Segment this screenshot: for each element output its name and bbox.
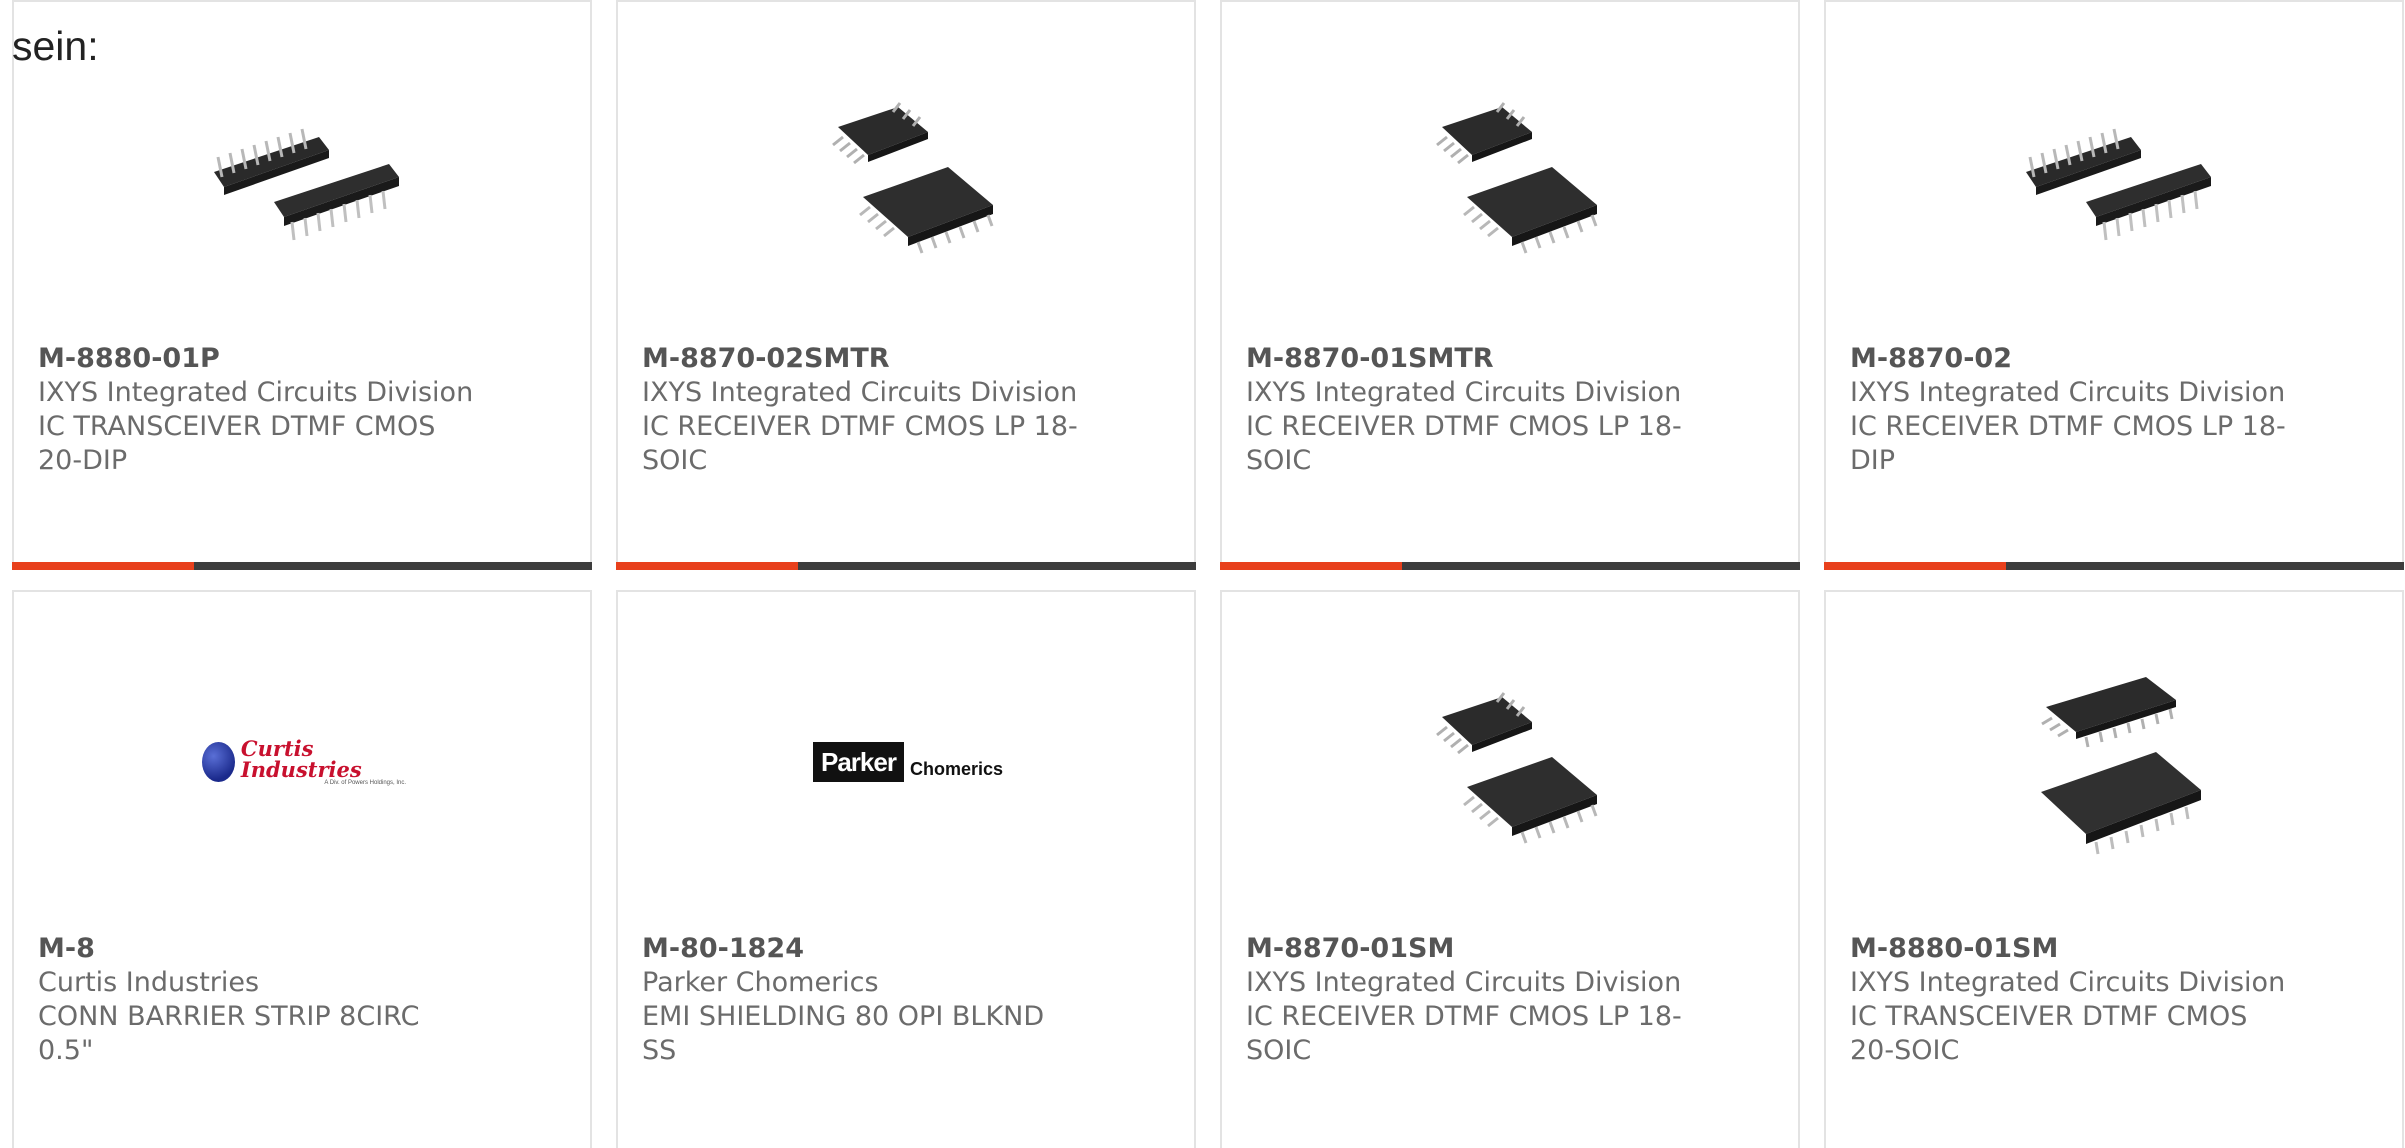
product-card[interactable]: M-8870-02 IXYS Integrated Circuits Divis… [1824,0,2404,570]
manufacturer: IXYS Integrated Circuits Division [1246,967,1682,998]
part-number[interactable]: M-8870-01SM [1246,932,1706,966]
description-line: DIP [1850,445,1896,476]
globe-icon [202,742,235,782]
curtis-industries-logo: Curtis Industries A Div. of Powers Holdi… [202,662,406,862]
description-line: IC RECEIVER DTMF CMOS LP 18- [1246,411,1682,442]
card-accent-bar [12,562,194,570]
card-accent-bar [1220,562,1402,570]
soic-ic-photo [1410,662,1614,862]
part-number[interactable]: M-8870-02 [1850,342,2310,376]
part-number[interactable]: M-8870-01SMTR [1246,342,1706,376]
description-line: SS [642,1035,677,1066]
card-bottom-bar [1824,562,2404,570]
card-accent-bar [616,562,798,570]
product-card[interactable]: Curtis Industries A Div. of Powers Holdi… [12,590,592,1148]
product-grid: M-8880-01P IXYS Integrated Circuits Divi… [12,0,2405,1148]
description-line: EMI SHIELDING 80 OPI BLKND [642,1001,1045,1032]
description-line: IC RECEIVER DTMF CMOS LP 18- [1850,411,2286,442]
product-card[interactable]: M-8870-01SMTR IXYS Integrated Circuits D… [1220,0,1800,570]
soic-ic-photo [806,72,1010,272]
logo-subtext: Chomerics [909,759,1003,779]
manufacturer: IXYS Integrated Circuits Division [642,377,1078,408]
logo-text: Curtis Industries [240,736,362,782]
description-line: IC TRANSCEIVER DTMF CMOS [38,411,436,442]
description-line: CONN BARRIER STRIP 8CIRC [38,1001,420,1032]
part-number[interactable]: M-8 [38,932,498,966]
dip-ic-photo [202,72,406,272]
manufacturer: IXYS Integrated Circuits Division [1246,377,1682,408]
soic-ic-photo [1410,72,1614,272]
description-line: SOIC [642,445,708,476]
description-line: SOIC [1246,1035,1312,1066]
part-number[interactable]: M-80-1824 [642,932,1102,966]
manufacturer: IXYS Integrated Circuits Division [38,377,474,408]
card-accent-bar [1824,562,2006,570]
card-bottom-bar [12,562,592,570]
description-line: 20-SOIC [1850,1035,1960,1066]
card-bottom-bar [616,562,1196,570]
description-line: IC RECEIVER DTMF CMOS LP 18- [1246,1001,1682,1032]
product-card[interactable]: M-8870-01SM IXYS Integrated Circuits Div… [1220,590,1800,1148]
description-line: SOIC [1246,445,1312,476]
product-card[interactable]: M-8870-02SMTR IXYS Integrated Circuits D… [616,0,1196,570]
manufacturer: IXYS Integrated Circuits Division [1850,377,2286,408]
description-line: 0.5" [38,1035,94,1066]
manufacturer: IXYS Integrated Circuits Division [1850,967,2286,998]
intro-text: sein: [12,23,99,69]
manufacturer: Curtis Industries [38,967,260,998]
dip-ic-photo [2014,72,2218,272]
description-line: IC RECEIVER DTMF CMOS LP 18- [642,411,1078,442]
product-card[interactable]: M-8880-01P IXYS Integrated Circuits Divi… [12,0,592,570]
product-card[interactable]: M-8880-01SM IXYS Integrated Circuits Div… [1824,590,2404,1148]
manufacturer: Parker Chomerics [642,967,879,998]
part-number[interactable]: M-8870-02SMTR [642,342,1102,376]
description-line: 20-DIP [38,445,128,476]
card-bottom-bar [1220,562,1800,570]
description-line: IC TRANSCEIVER DTMF CMOS [1850,1001,2248,1032]
logo-text: Parker [812,742,904,782]
product-card[interactable]: Parker Chomerics M-80-1824 Parker Chomer… [616,590,1196,1148]
parker-chomerics-logo: Parker Chomerics [806,662,1010,862]
part-number[interactable]: M-8880-01SM [1850,932,2310,966]
logo-subtext: A Div. of Powers Holdings, Inc. [324,780,406,786]
soic-wide-ic-photo [2014,662,2218,862]
part-number[interactable]: M-8880-01P [38,342,498,376]
